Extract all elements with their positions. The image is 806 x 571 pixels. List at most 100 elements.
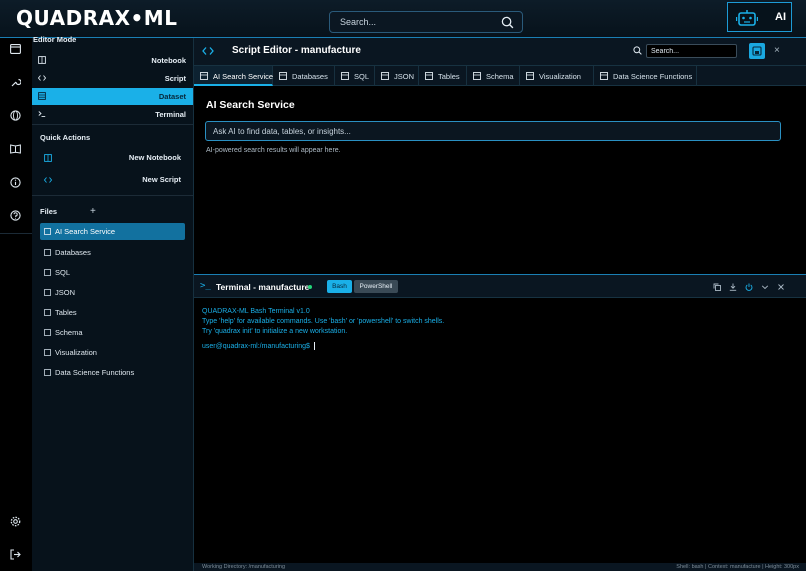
ai-search-title: AI Search Service bbox=[206, 99, 295, 111]
chevron-down-icon[interactable] bbox=[761, 283, 769, 291]
file-label: SQL bbox=[55, 268, 71, 277]
help-icon[interactable] bbox=[10, 210, 21, 221]
tab-icon bbox=[600, 72, 608, 80]
ai-assistant-button[interactable]: AI bbox=[727, 2, 792, 32]
top-bar: QUADRAX•ML AI bbox=[0, 0, 806, 38]
terminal-cursor bbox=[313, 342, 315, 350]
new-notebook-label: New Notebook bbox=[128, 153, 181, 162]
file-label: Tables bbox=[55, 308, 77, 317]
file-item-json[interactable]: JSON bbox=[40, 284, 185, 301]
file-item-data-science-functions[interactable]: Data Science Functions bbox=[40, 364, 185, 381]
new-script-button[interactable]: New Script bbox=[32, 172, 193, 188]
file-item-visualization[interactable]: Visualization bbox=[40, 344, 185, 361]
divider bbox=[32, 195, 193, 196]
database-icon bbox=[38, 92, 46, 100]
add-file-button[interactable]: + bbox=[90, 206, 96, 217]
copy-icon[interactable] bbox=[713, 283, 721, 291]
file-label: Data Science Functions bbox=[55, 368, 135, 377]
mode-terminal-label: Terminal bbox=[155, 110, 186, 119]
file-icon bbox=[44, 309, 51, 316]
search-icon bbox=[633, 46, 642, 55]
new-notebook-button[interactable]: New Notebook bbox=[32, 150, 193, 166]
window-icon[interactable] bbox=[10, 44, 21, 54]
tab-label: AI Search Service bbox=[213, 72, 274, 81]
download-icon[interactable] bbox=[729, 283, 737, 291]
main-area: Script Editor - manufacture × AI Search … bbox=[193, 38, 806, 571]
terminal-prompt-line[interactable]: user@quadrax-ml:/manufacturing$ bbox=[202, 342, 315, 350]
code-icon bbox=[44, 176, 52, 184]
file-label: AI Search Service bbox=[55, 227, 116, 236]
code-icon bbox=[202, 46, 214, 56]
tab-data-science-functions[interactable]: Data Science Functions bbox=[594, 66, 697, 86]
tab-json[interactable]: JSON bbox=[375, 66, 419, 86]
file-icon bbox=[44, 329, 51, 336]
logout-icon[interactable] bbox=[10, 549, 21, 560]
save-button[interactable] bbox=[749, 43, 765, 59]
app-logo: QUADRAX•ML bbox=[16, 6, 178, 30]
rail-divider bbox=[0, 233, 32, 234]
code-icon bbox=[38, 74, 46, 82]
robot-icon bbox=[736, 9, 758, 27]
global-search[interactable] bbox=[329, 11, 523, 33]
mode-script[interactable]: Script bbox=[32, 70, 193, 87]
mode-terminal[interactable]: Terminal bbox=[32, 106, 193, 123]
editor-mode-title: Editor Mode bbox=[33, 35, 77, 44]
ai-search-field[interactable] bbox=[205, 121, 781, 141]
ai-label: AI bbox=[775, 11, 786, 23]
settings-icon[interactable] bbox=[10, 516, 21, 527]
tab-schema[interactable]: Schema bbox=[467, 66, 520, 86]
file-icon bbox=[44, 289, 51, 296]
file-item-tables[interactable]: Tables bbox=[40, 304, 185, 321]
info-icon[interactable] bbox=[10, 177, 21, 188]
new-script-label: New Script bbox=[142, 175, 181, 184]
powershell-button[interactable]: PowerShell bbox=[354, 280, 398, 293]
global-search-input[interactable] bbox=[330, 12, 522, 32]
search-icon[interactable] bbox=[501, 16, 514, 29]
tab-label: Tables bbox=[438, 72, 460, 81]
terminal-title: Terminal - manufacture bbox=[216, 282, 310, 292]
tab-sql[interactable]: SQL bbox=[335, 66, 375, 86]
tab-icon bbox=[526, 72, 534, 80]
terminal-line: Try 'quadrax init' to initialize a new w… bbox=[202, 328, 348, 335]
tab-label: Schema bbox=[486, 72, 514, 81]
ai-search-input[interactable] bbox=[206, 122, 780, 140]
close-icon[interactable] bbox=[777, 283, 785, 291]
mode-script-label: Script bbox=[164, 74, 186, 83]
editor-title: Script Editor - manufacture bbox=[232, 45, 361, 56]
terminal-prompt: user@quadrax-ml:/manufacturing$ bbox=[202, 342, 310, 350]
mode-dataset[interactable]: Dataset bbox=[32, 88, 193, 105]
file-item-sql[interactable]: SQL bbox=[40, 264, 185, 281]
file-icon bbox=[44, 228, 51, 235]
mode-notebook[interactable]: Notebook bbox=[32, 52, 193, 69]
tab-tables[interactable]: Tables bbox=[419, 66, 467, 86]
tab-icon bbox=[279, 72, 287, 80]
bash-button[interactable]: Bash bbox=[327, 280, 352, 293]
tools-icon[interactable] bbox=[10, 77, 21, 88]
status-dot bbox=[308, 285, 312, 289]
terminal-header: >_ Terminal - manufacture Bash PowerShel… bbox=[194, 274, 806, 298]
editor-search-input[interactable] bbox=[647, 45, 736, 57]
close-editor-button[interactable]: × bbox=[774, 45, 780, 56]
status-bar: Working Directory: /manufacturing Shell:… bbox=[194, 563, 806, 571]
file-icon bbox=[44, 269, 51, 276]
file-item-schema[interactable]: Schema bbox=[40, 324, 185, 341]
file-icon bbox=[44, 369, 51, 376]
status-shell-info: Shell: bash | Context: manufacture | Hei… bbox=[676, 564, 799, 570]
terminal-body[interactable]: QUADRAX-ML Bash Terminal v1.0 Type 'help… bbox=[194, 299, 806, 563]
power-icon[interactable] bbox=[745, 283, 753, 291]
tab-databases[interactable]: Databases bbox=[273, 66, 335, 86]
notebook-icon bbox=[38, 56, 46, 64]
file-item-ai-search-service[interactable]: AI Search Service bbox=[40, 223, 185, 240]
editor-search[interactable] bbox=[646, 44, 737, 58]
terminal-icon bbox=[38, 110, 46, 118]
book-icon[interactable] bbox=[10, 144, 21, 154]
ai-search-hint: AI-powered search results will appear he… bbox=[206, 147, 341, 154]
tab-label: Databases bbox=[292, 72, 328, 81]
tab-visualization[interactable]: Visualization bbox=[520, 66, 594, 86]
file-item-databases[interactable]: Databases bbox=[40, 244, 185, 261]
tab-label: Visualization bbox=[539, 72, 581, 81]
tab-label: JSON bbox=[394, 72, 415, 81]
globe-icon[interactable] bbox=[10, 110, 21, 121]
file-icon bbox=[44, 349, 51, 356]
tab-ai-search-service[interactable]: AI Search Service bbox=[194, 66, 273, 86]
